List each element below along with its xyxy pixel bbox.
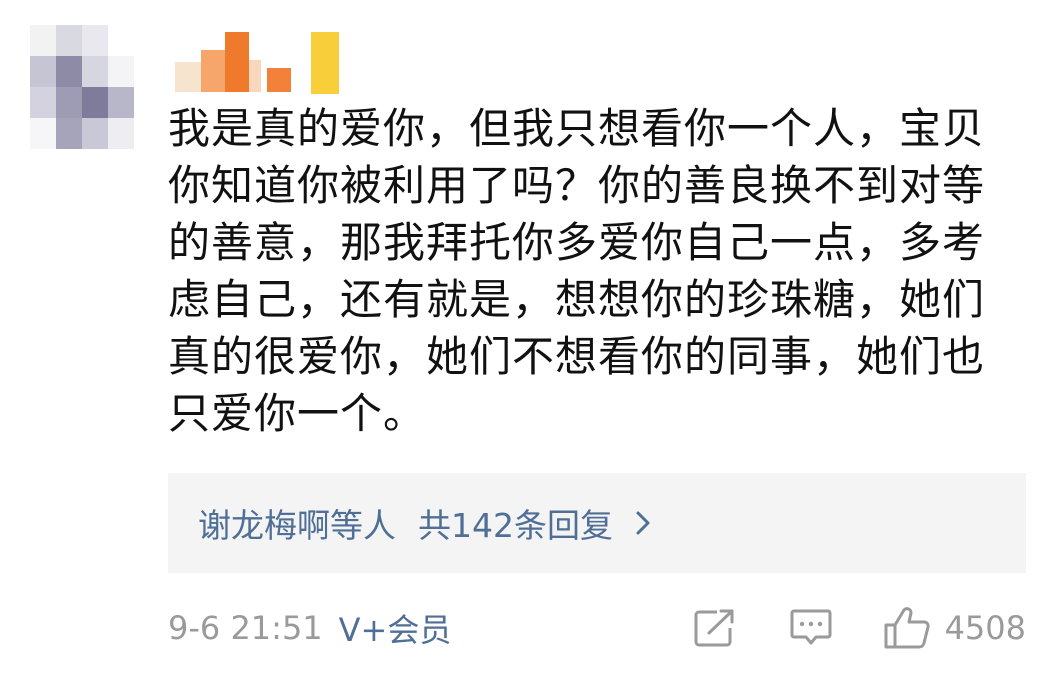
comment-icon[interactable] — [789, 607, 833, 649]
vip-badge[interactable]: V+会员 — [339, 605, 452, 651]
comment-line: 你知道你被利用了吗？你的善良换不到对等 — [168, 161, 986, 210]
chevron-right-icon[interactable] — [635, 510, 651, 536]
comment-actions: 4508 — [693, 598, 1026, 658]
reply-author-names[interactable]: 谢龙梅啊 — [198, 499, 330, 547]
comment-line: 的善意，那我拜托你多爱你自己一点，多考 — [168, 218, 986, 267]
comment-line: 我是真的爱你，但我只想看你一个人，宝贝 — [168, 104, 986, 153]
thumbs-up-icon[interactable] — [883, 606, 931, 650]
like-count: 4508 — [944, 609, 1026, 647]
comment-text: 我是真的爱你，但我只想看你一个人，宝贝 你知道你被利用了吗？你的善良换不到对等 … — [168, 100, 1028, 442]
timestamp: 9-6 21:51 — [168, 609, 323, 647]
comment-meta: 9-6 21:51 V+会员 — [168, 598, 451, 658]
like-button[interactable]: 4508 — [883, 606, 1026, 650]
comment-line: 虑自己，还有就是，想想你的珍珠糖，她们 — [168, 275, 986, 324]
comment-line: 真的很爱你，她们不想看你的同事，她们也 — [168, 332, 986, 381]
username[interactable] — [175, 22, 345, 94]
view-replies-button[interactable]: 谢龙梅啊 等人 共142条回复 — [168, 473, 1026, 573]
reply-authors-suffix: 等人 — [330, 506, 396, 545]
avatar[interactable] — [30, 25, 134, 149]
comment-line: 只爱你一个。 — [168, 389, 427, 438]
reply-count[interactable]: 共142条回复 — [418, 499, 613, 547]
share-icon[interactable] — [693, 608, 737, 648]
